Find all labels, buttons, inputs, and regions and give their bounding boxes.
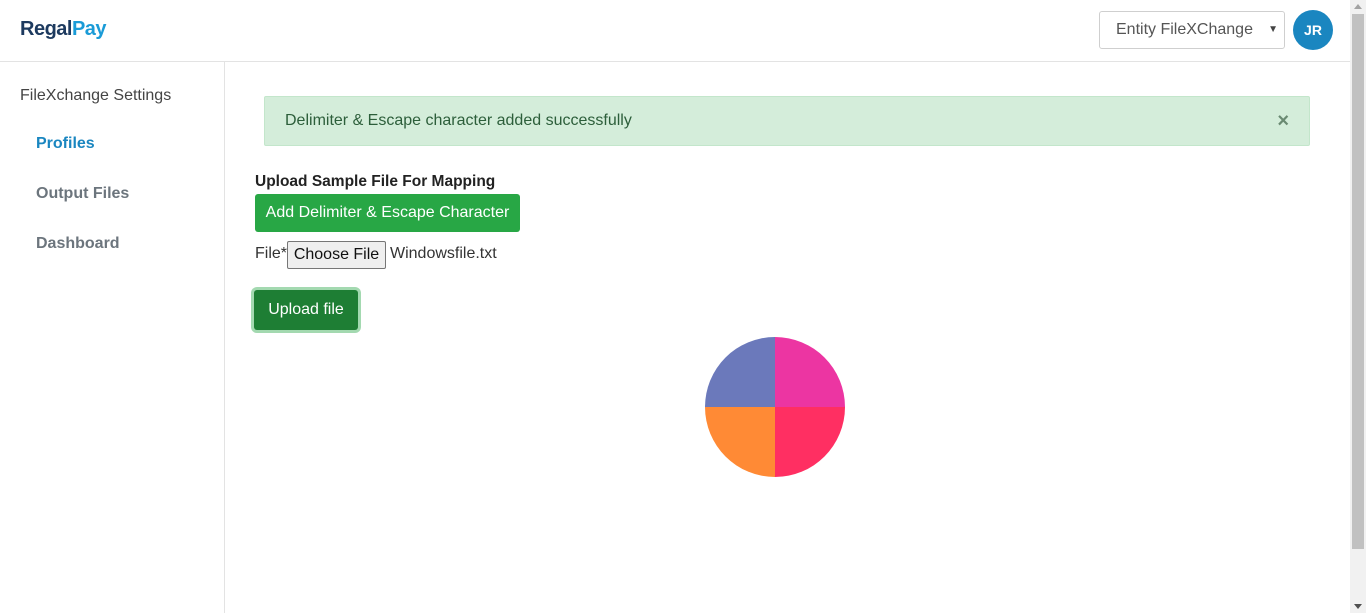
pie-segment-bottom-right bbox=[775, 407, 845, 477]
pie-segment-top-left bbox=[705, 337, 775, 407]
scrollbar-thumb[interactable] bbox=[1352, 14, 1364, 549]
entity-select[interactable]: Entity FileXChange ▼ bbox=[1099, 11, 1285, 49]
file-label: File* bbox=[255, 245, 288, 262]
add-delimiter-button[interactable]: Add Delimiter & Escape Character bbox=[255, 194, 520, 232]
alert-message: Delimiter & Escape character added succe… bbox=[285, 112, 632, 129]
sidebar-section-title: FileXchange Settings bbox=[20, 87, 172, 104]
choose-file-button[interactable]: Choose File bbox=[287, 241, 386, 269]
top-header: RegalPay Entity FileXChange ▼ JR bbox=[0, 0, 1350, 62]
scroll-up-arrow-icon[interactable] bbox=[1354, 4, 1362, 9]
close-icon[interactable]: × bbox=[1277, 97, 1289, 145]
entity-select-value: Entity FileXChange bbox=[1116, 21, 1253, 38]
caret-down-icon: ▼ bbox=[1268, 24, 1278, 35]
sidebar: FileXchange Settings Profiles Output Fil… bbox=[0, 62, 225, 613]
upload-file-button[interactable]: Upload file bbox=[254, 290, 358, 330]
selected-file-name: Windowsfile.txt bbox=[390, 245, 497, 262]
page-scrollbar[interactable] bbox=[1350, 0, 1366, 613]
success-alert: Delimiter & Escape character added succe… bbox=[264, 96, 1310, 146]
scroll-down-arrow-icon[interactable] bbox=[1354, 604, 1362, 609]
logo-regal-text: Regal bbox=[20, 18, 72, 40]
sidebar-item-dashboard[interactable]: Dashboard bbox=[36, 235, 120, 253]
sidebar-item-output-files[interactable]: Output Files bbox=[36, 185, 129, 203]
regalpay-logo[interactable]: RegalPay bbox=[20, 18, 107, 41]
pie-loader-icon bbox=[705, 337, 845, 477]
sidebar-item-profiles[interactable]: Profiles bbox=[36, 135, 95, 153]
pie-segment-top-right bbox=[775, 337, 845, 407]
logo-pay-text: Pay bbox=[71, 18, 107, 40]
user-avatar[interactable]: JR bbox=[1293, 10, 1333, 50]
pie-segment-bottom-left bbox=[705, 407, 775, 477]
upload-heading: Upload Sample File For Mapping bbox=[255, 173, 496, 190]
